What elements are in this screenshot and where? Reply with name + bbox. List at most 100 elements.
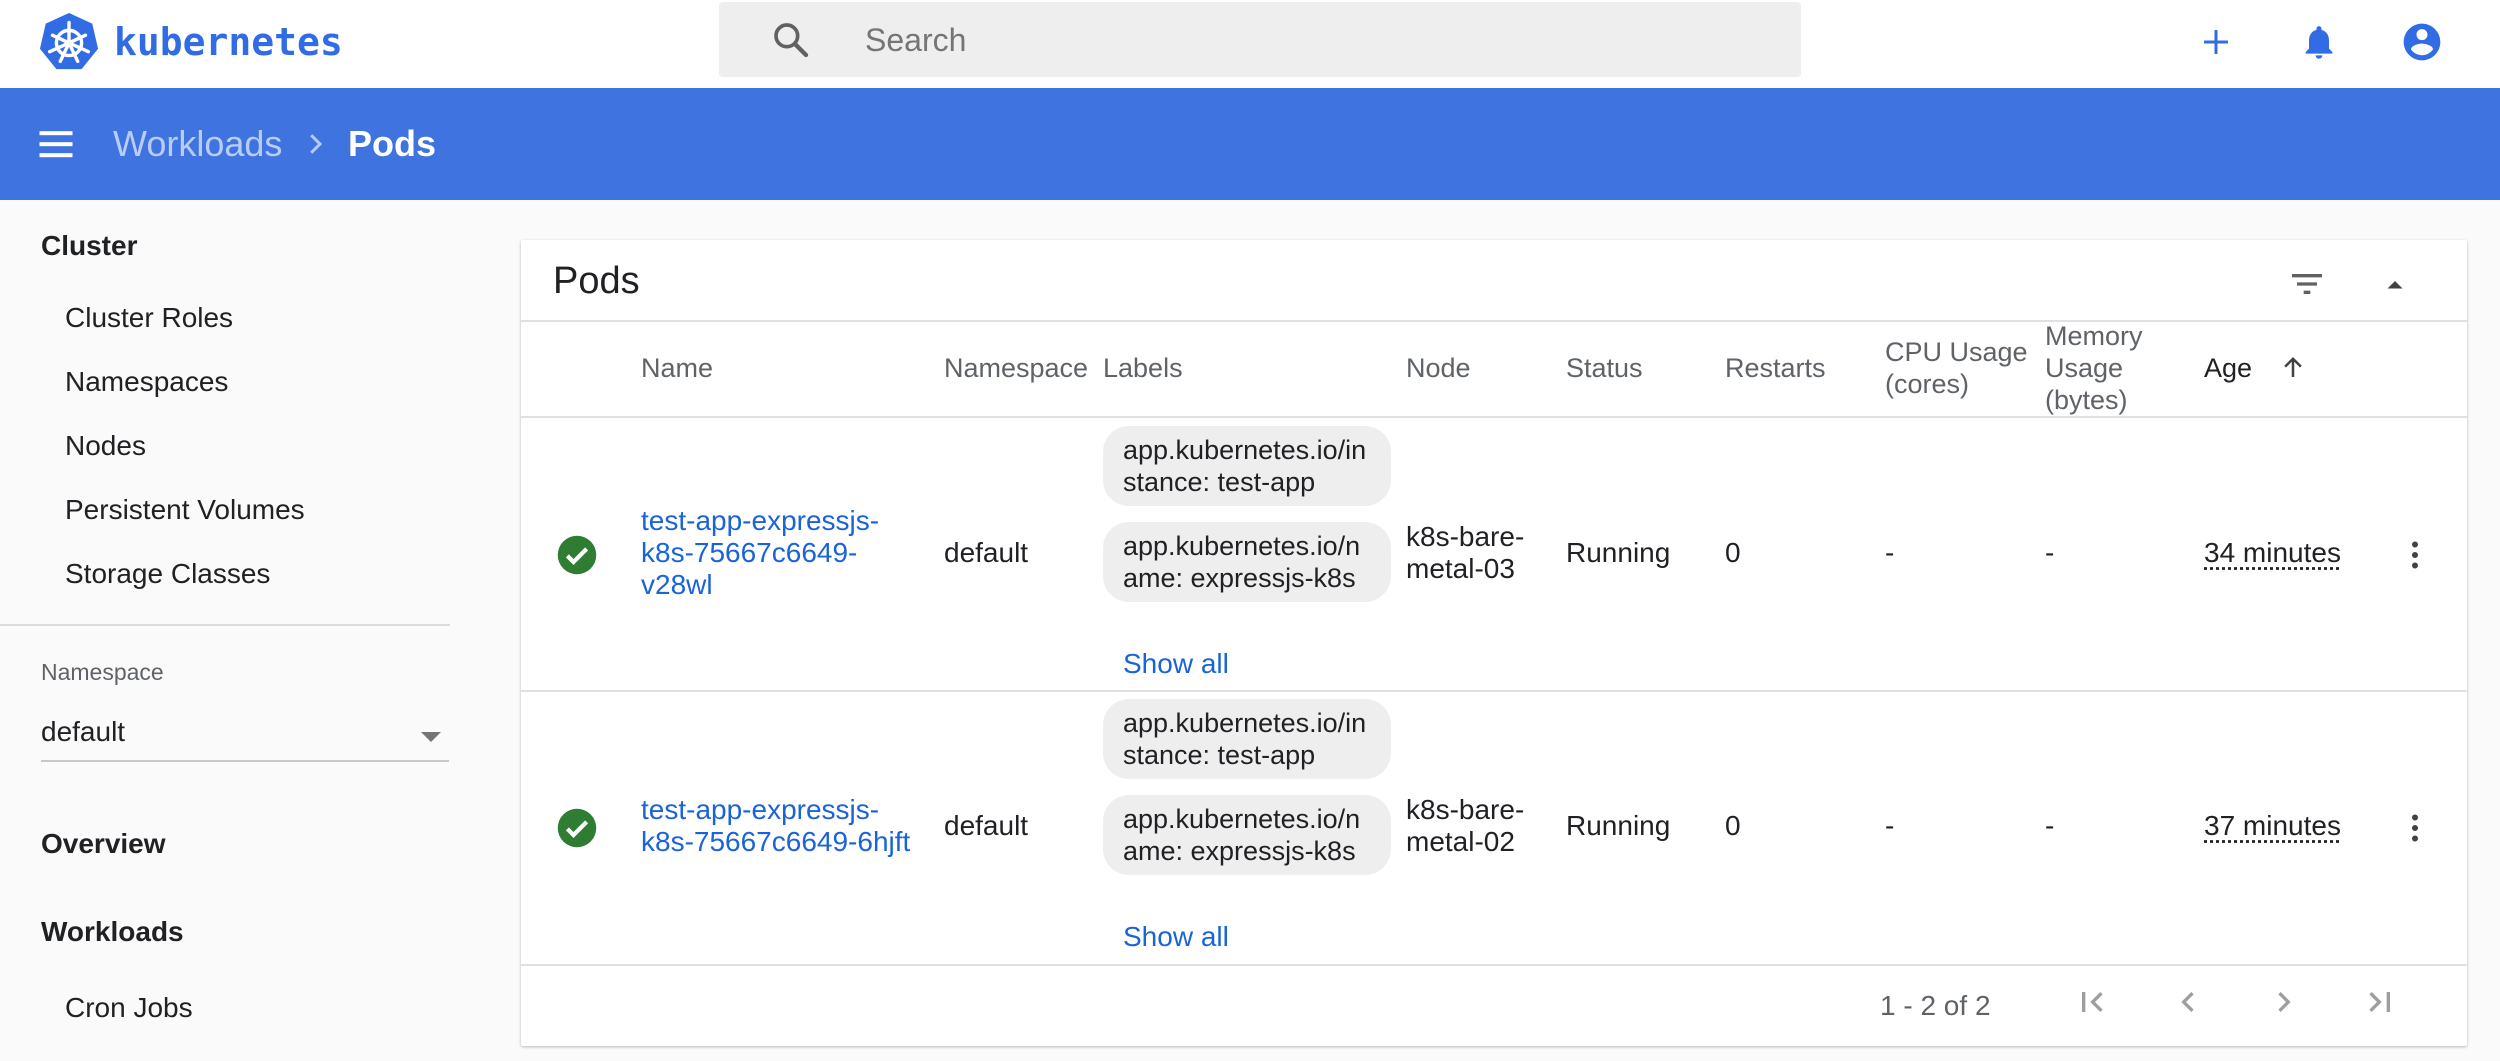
check-circle-icon — [557, 535, 597, 575]
column-header-status[interactable]: Status — [1566, 352, 1643, 384]
row-actions-button[interactable] — [2395, 804, 2435, 852]
pod-name-line2: k8s-75667c6649-6hjft — [641, 826, 911, 857]
column-header-memory-line1: Memory — [2045, 321, 2143, 351]
plus-icon — [2204, 30, 2228, 54]
pod-cpu: - — [1885, 537, 1895, 568]
namespace-value: default — [41, 716, 126, 747]
kubernetes-logo[interactable]: kubernetes — [38, 10, 343, 74]
pod-node: k8s-bare- metal-03 — [1406, 521, 1524, 585]
pod-name-link[interactable]: test-app-expressjs- k8s-75667c6649-6hjft — [641, 794, 910, 858]
search-icon — [774, 23, 809, 58]
pod-restarts: 0 — [1725, 537, 1741, 568]
sidebar-heading-cluster[interactable]: Cluster — [41, 230, 137, 262]
pod-namespace: default — [944, 810, 1029, 841]
column-header-labels: Labels — [1103, 353, 1183, 383]
sidebar-item-nodes[interactable]: Nodes — [65, 430, 146, 462]
sidebar: Cluster Cluster Roles Namespaces Nodes P… — [0, 200, 450, 1061]
column-header-restarts[interactable]: Restarts — [1725, 352, 1826, 384]
menu-icon[interactable] — [34, 122, 78, 166]
breadcrumb-pods: Pods — [348, 123, 437, 164]
column-header-age[interactable]: Age — [2204, 352, 2252, 384]
column-header-memory-line2: Usage — [2045, 353, 2124, 383]
check-circle-icon — [557, 808, 597, 848]
create-button[interactable] — [2188, 14, 2244, 70]
next-page-icon — [2278, 992, 2291, 1012]
sidebar-divider — [0, 624, 450, 626]
pod-node-line2: metal-03 — [1406, 553, 1515, 584]
pod-node-line1: k8s-bare- — [1406, 794, 1525, 825]
namespace-label: Namespace — [41, 659, 164, 685]
label-chip: app.kubernetes.io/instance: test-app — [1103, 699, 1391, 779]
sidebar-item-overview[interactable]: Overview — [41, 828, 166, 860]
pod-name-line1: test-app-expressjs- — [641, 505, 880, 536]
column-header-cpu[interactable]: CPU Usage (cores) — [1885, 336, 2028, 400]
more-vert-icon — [2412, 541, 2418, 569]
sidebar-item-namespaces[interactable]: Namespaces — [65, 366, 228, 398]
logo-text: kubernetes — [114, 20, 343, 64]
pod-node-line1: k8s-bare- — [1406, 521, 1525, 552]
collapse-icon — [2387, 281, 2403, 289]
collapse-button[interactable] — [2371, 260, 2419, 308]
label-chip: app.kubernetes.io/name: expressjs-k8s — [1103, 522, 1391, 602]
more-vert-icon — [2412, 814, 2418, 842]
show-all-labels-link[interactable]: Show all — [1123, 921, 1229, 953]
pod-name-line3: v28wl — [641, 569, 713, 600]
account-icon — [2403, 23, 2441, 61]
pods-card: Pods Name Namespace Labels Node Status R… — [521, 240, 2467, 1046]
search-input[interactable] — [865, 16, 1765, 64]
prev-page-button[interactable] — [2164, 978, 2212, 1026]
show-all-labels-link[interactable]: Show all — [1123, 648, 1229, 680]
bell-icon — [2305, 26, 2333, 59]
label-chip: app.kubernetes.io/instance: test-app — [1103, 426, 1391, 506]
pod-memory: - — [2045, 810, 2055, 841]
pod-name-line1: test-app-expressjs- — [641, 794, 880, 825]
first-page-button[interactable] — [2068, 978, 2116, 1026]
column-header-memory[interactable]: Memory Usage (bytes) — [2045, 320, 2143, 416]
divider — [521, 320, 2467, 322]
pod-age: 37 minutes — [2204, 810, 2341, 841]
column-header-cpu-line1: CPU Usage — [1885, 337, 2028, 367]
chevron-right-icon — [310, 134, 323, 154]
first-page-icon — [2082, 992, 2103, 1012]
last-page-button[interactable] — [2356, 978, 2404, 1026]
pod-namespace: default — [944, 537, 1029, 568]
sidebar-heading-workloads[interactable]: Workloads — [41, 916, 184, 948]
column-header-cpu-line2: (cores) — [1885, 369, 1970, 399]
namespace-select[interactable]: default — [41, 708, 449, 762]
pod-node: k8s-bare- metal-02 — [1406, 794, 1524, 858]
column-header-namespace[interactable]: Namespace — [944, 352, 1088, 384]
pod-age: 34 minutes — [2204, 537, 2341, 568]
divider — [521, 964, 2467, 966]
pod-name-link[interactable]: test-app-expressjs- k8s-75667c6649- v28w… — [641, 505, 879, 601]
column-header-memory-line3: (bytes) — [2045, 385, 2128, 415]
sort-up-icon[interactable] — [2278, 352, 2308, 382]
breadcrumb-workloads[interactable]: Workloads — [113, 120, 282, 168]
pod-status: Running — [1566, 810, 1671, 841]
sidebar-item-cron-jobs[interactable]: Cron Jobs — [65, 992, 193, 1024]
search-bar[interactable] — [719, 2, 1801, 77]
sidebar-item-storage-classes[interactable]: Storage Classes — [65, 558, 270, 590]
column-header-name[interactable]: Name — [641, 352, 713, 384]
next-page-button[interactable] — [2260, 978, 2308, 1026]
top-bar: kubernetes — [0, 0, 2500, 88]
column-header-node[interactable]: Node — [1406, 352, 1471, 384]
divider — [521, 690, 2467, 692]
account-button[interactable] — [2394, 14, 2450, 70]
sidebar-item-cluster-roles[interactable]: Cluster Roles — [65, 302, 233, 334]
dropdown-arrow-icon — [421, 732, 441, 742]
sidebar-item-persistent-volumes[interactable]: Persistent Volumes — [65, 494, 305, 526]
notifications-button[interactable] — [2291, 14, 2347, 70]
kubernetes-wheel-icon — [39, 12, 99, 70]
row-actions-button[interactable] — [2395, 531, 2435, 579]
last-page-icon — [2369, 992, 2390, 1012]
filter-icon — [2292, 274, 2322, 294]
pod-status: Running — [1566, 537, 1671, 568]
paginator-range: 1 - 2 of 2 — [1880, 990, 1991, 1021]
pod-restarts: 0 — [1725, 810, 1741, 841]
divider — [521, 416, 2467, 418]
filter-button[interactable] — [2283, 260, 2331, 308]
card-title: Pods — [553, 260, 640, 302]
prev-page-icon — [2181, 992, 2194, 1012]
pod-cpu: - — [1885, 810, 1895, 841]
pod-node-line2: metal-02 — [1406, 826, 1515, 857]
